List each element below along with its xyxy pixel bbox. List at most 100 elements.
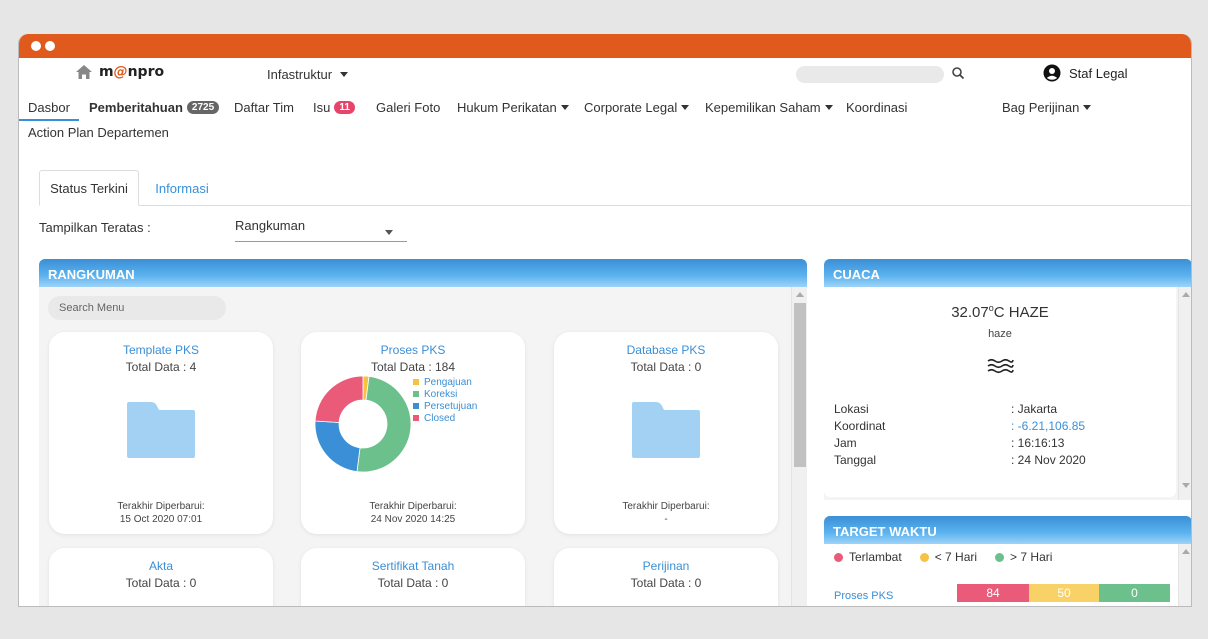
- scroll-up-icon[interactable]: [1182, 292, 1190, 297]
- logo-text: m@npro: [99, 64, 165, 80]
- weather-row-label: Koordinat: [834, 419, 886, 433]
- tab-informasi[interactable]: Informasi: [143, 170, 221, 206]
- card-footer: Terakhir Diperbarui: 15 Oct 2020 07:01: [49, 500, 273, 526]
- legend-dot: [834, 552, 843, 562]
- rangkuman-panel: RANGKUMAN Search Menu Template PKS Total…: [39, 259, 807, 606]
- haze-icon: [987, 358, 1014, 374]
- target-row-label[interactable]: Proses PKS: [834, 590, 893, 602]
- scroll-up-icon[interactable]: [796, 292, 804, 297]
- scroll-thumb[interactable]: [794, 303, 806, 467]
- top-bar: m@npro Infastruktur Staf Legal: [19, 58, 1191, 90]
- user-avatar-icon: [1043, 64, 1061, 82]
- legend-item-closed[interactable]: Closed: [413, 412, 477, 424]
- nav-item-dasbor[interactable]: Dasbor: [28, 100, 70, 115]
- nav-item-label: Isu: [313, 100, 331, 115]
- legend-swatch: [413, 391, 419, 397]
- card-footer: Terakhir Diperbarui: -: [554, 500, 778, 526]
- nav-item-bag-perijinan[interactable]: Bag Perijinan: [1002, 100, 1092, 115]
- card-title: Template PKS: [122, 343, 200, 357]
- scroll-up-icon[interactable]: [1182, 549, 1190, 554]
- rangkuman-scrollbar[interactable]: [791, 287, 807, 606]
- search-input[interactable]: [796, 66, 944, 83]
- legend-label: Terlambat: [849, 550, 902, 564]
- target-waktu-body: Terlambat < 7 Hari > 7 Hari Proses PKS 8…: [824, 544, 1191, 606]
- weather-coordinate-link[interactable]: : -6.21,106.85: [1011, 419, 1085, 433]
- search-icon[interactable]: [951, 66, 965, 80]
- filter-select-value: Rangkuman: [235, 218, 306, 233]
- filter-label: Tampilkan Teratas :: [39, 220, 151, 235]
- legend-swatch: [413, 379, 419, 385]
- target-waktu-panel: TARGET WAKTU Terlambat < 7 Hari > 7 Hari…: [824, 516, 1191, 606]
- weather-card: 32.07oC HAZE haze Lokasi : Jakarta Koord…: [824, 287, 1176, 497]
- donut-slice-persetujuan[interactable]: [314, 420, 361, 473]
- user-menu[interactable]: Staf Legal: [1043, 64, 1128, 82]
- nav-item-label: Galeri Foto: [376, 100, 441, 115]
- legend-item-pengajuan[interactable]: Pengajuan: [413, 376, 477, 388]
- home-icon: [76, 65, 92, 79]
- project-selector-label: Infastruktur: [267, 67, 333, 82]
- legend-swatch: [413, 415, 419, 421]
- nav-item-koordinasi[interactable]: Koordinasi: [846, 100, 907, 115]
- legend-dot: [919, 552, 929, 562]
- tab-label: Status Terkini: [50, 180, 128, 196]
- filter-select[interactable]: Rangkuman: [235, 218, 407, 242]
- cuaca-header: CUACA: [824, 259, 1191, 287]
- nav-item-label: Dasbor: [28, 100, 70, 115]
- legend-lebih-7-hari: > 7 Hari: [995, 550, 1052, 564]
- window-dot-2: [45, 41, 55, 51]
- nav-item-kepemilikan-saham[interactable]: Kepemilikan Saham: [705, 100, 833, 115]
- card-total: Total Data : 4: [125, 360, 197, 374]
- tab-bar: Status Terkini Informasi: [39, 170, 1191, 206]
- weather-row-value: : 24 Nov 2020: [1011, 453, 1086, 467]
- logo[interactable]: m@npro: [75, 64, 164, 80]
- nav-item-label: Kepemilikan Saham: [705, 100, 821, 115]
- scroll-down-icon[interactable]: [1182, 483, 1190, 488]
- card-database-pks[interactable]: Database PKS Total Data : 0 Terakhir Dip…: [554, 332, 778, 534]
- card-title: Database PKS: [626, 343, 706, 357]
- card-proses-pks[interactable]: Proses PKS Total Data : 184 Pengajuan Kor…: [301, 332, 525, 534]
- card-title: Proses PKS: [380, 343, 446, 357]
- legend-label: Persetujuan: [424, 400, 478, 412]
- legend-item-persetujuan[interactable]: Persetujuan: [413, 400, 477, 412]
- updated-label: Terakhir Diperbarui:: [117, 501, 205, 512]
- main-nav: Dasbor Pemberitahuan 2725 Daftar Tim Isu…: [19, 90, 1191, 146]
- target-waktu-scrollbar[interactable]: [1178, 544, 1191, 606]
- tab-status-terkini[interactable]: Status Terkini: [39, 170, 139, 206]
- cuaca-panel: CUACA 32.07oC HAZE haze Lokasi : Jakarta…: [824, 259, 1191, 500]
- folder-icon: [127, 402, 195, 458]
- card-perijinan[interactable]: Perijinan Total Data : 0: [554, 548, 778, 606]
- card-footer: Terakhir Diperbarui: 24 Nov 2020 14:25: [301, 500, 525, 526]
- card-total: Total Data : 184: [370, 360, 456, 374]
- chart-legend: Pengajuan Koreksi Persetujuan Closed: [413, 376, 477, 424]
- weather-row-label: Tanggal: [834, 453, 877, 467]
- issue-badge: 11: [334, 101, 355, 114]
- notification-badge: 2725: [186, 101, 220, 114]
- legend-label: Closed: [424, 412, 456, 424]
- nav-item-hukum-perikatan[interactable]: Hukum Perikatan: [457, 100, 569, 115]
- chevron-down-icon: [560, 105, 569, 110]
- donut-slice-closed[interactable]: [314, 375, 364, 423]
- card-akta[interactable]: Akta Total Data : 0: [49, 548, 273, 606]
- updated-value: 15 Oct 2020 07:01: [119, 514, 203, 525]
- legend-label: Pengajuan: [424, 376, 472, 388]
- card-sertifikat-tanah[interactable]: Sertifikat Tanah Total Data : 0: [301, 548, 525, 606]
- legend-item-koreksi[interactable]: Koreksi: [413, 388, 477, 400]
- tab-label: Informasi: [155, 180, 209, 196]
- chevron-down-icon: [385, 230, 393, 235]
- nav-item-action-plan[interactable]: Action Plan Departemen: [28, 125, 169, 140]
- nav-item-galeri-foto[interactable]: Galeri Foto: [376, 100, 440, 115]
- cuaca-scrollbar[interactable]: [1178, 287, 1191, 500]
- chevron-down-icon: [681, 105, 690, 110]
- weather-row-value: : Jakarta: [1011, 402, 1058, 416]
- nav-item-label: Hukum Perikatan: [457, 100, 557, 115]
- nav-item-label: Koordinasi: [846, 100, 908, 115]
- search-menu-input[interactable]: Search Menu: [48, 296, 226, 320]
- nav-item-daftar-tim[interactable]: Daftar Tim: [234, 100, 294, 115]
- nav-item-isu[interactable]: Isu 11: [313, 100, 355, 115]
- nav-item-corporate-legal[interactable]: Corporate Legal: [584, 100, 690, 115]
- rangkuman-body: Search Menu Template PKS Total Data : 4 …: [39, 287, 807, 606]
- project-selector[interactable]: Infastruktur: [267, 67, 349, 82]
- weather-temperature: 32.07oC HAZE: [951, 303, 1049, 321]
- card-template-pks[interactable]: Template PKS Total Data : 4 Terakhir Dip…: [49, 332, 273, 534]
- nav-item-pemberitahuan[interactable]: Pemberitahuan 2725: [89, 100, 220, 115]
